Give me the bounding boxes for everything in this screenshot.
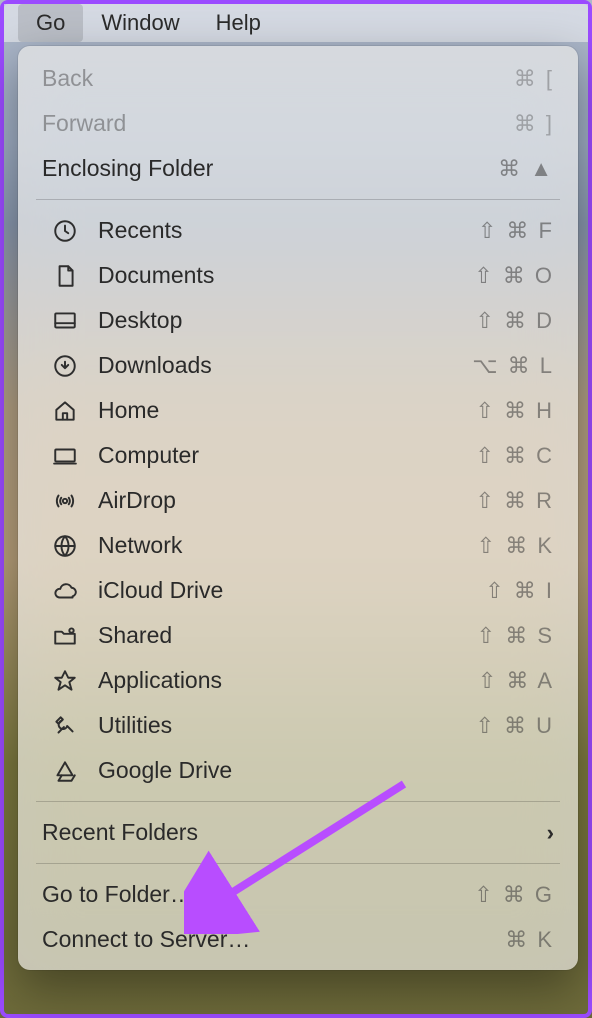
menu-label: Desktop [98,307,475,334]
menu-shortcut: ⇧ ⌘ R [475,488,554,514]
menu-item-home[interactable]: Home ⇧ ⌘ H [18,388,578,433]
menubar-label: Help [216,10,261,35]
menu-shortcut: ⇧ ⌘ U [475,713,554,739]
menu-label: Utilities [98,712,475,739]
menu-label: Enclosing Folder [42,155,498,182]
menu-shortcut: ⌘ [ [514,66,554,92]
menu-divider [36,863,560,864]
utilities-icon [48,711,82,741]
desktop-icon [48,306,82,336]
menubar-item-window[interactable]: Window [83,4,197,42]
menubar-item-help[interactable]: Help [198,4,279,42]
menu-item-google-drive[interactable]: Google Drive [18,748,578,793]
menu-shortcut: ⇧ ⌘ O [474,263,554,289]
menu-item-utilities[interactable]: Utilities ⇧ ⌘ U [18,703,578,748]
menu-item-go-to-folder[interactable]: Go to Folder… ⇧ ⌘ G [18,872,578,917]
menu-shortcut: ⇧ ⌘ F [478,218,554,244]
menu-label: Back [42,65,514,92]
menu-label: Recent Folders [42,819,547,846]
chevron-right-icon: › [547,820,554,846]
airdrop-icon [48,486,82,516]
menu-shortcut: ⇧ ⌘ S [477,623,554,649]
menu-item-desktop[interactable]: Desktop ⇧ ⌘ D [18,298,578,343]
menu-shortcut: ⇧ ⌘ I [485,578,554,604]
computer-icon [48,441,82,471]
clock-icon [48,216,82,246]
go-menu-dropdown: Back ⌘ [ Forward ⌘ ] Enclosing Folder ⌘ … [18,46,578,970]
menu-shortcut: ⇧ ⌘ D [475,308,554,334]
menu-label: Home [98,397,475,424]
menu-label: Go to Folder… [42,881,474,908]
menu-divider [36,801,560,802]
network-icon [48,531,82,561]
menu-shortcut: ⇧ ⌘ K [477,533,554,559]
menu-shortcut: ⇧ ⌘ A [478,668,554,694]
menu-label: Connect to Server… [42,926,505,953]
home-icon [48,396,82,426]
menu-item-recents[interactable]: Recents ⇧ ⌘ F [18,208,578,253]
menu-shortcut: ⌘ K [505,927,554,953]
menubar-item-go[interactable]: Go [18,4,83,42]
menu-item-documents[interactable]: Documents ⇧ ⌘ O [18,253,578,298]
shared-folder-icon [48,621,82,651]
download-icon [48,351,82,381]
cloud-icon [48,576,82,606]
menu-label: Google Drive [98,757,554,784]
menu-item-airdrop[interactable]: AirDrop ⇧ ⌘ R [18,478,578,523]
menu-divider [36,199,560,200]
menu-shortcut: ⇧ ⌘ H [475,398,554,424]
menu-label: Downloads [98,352,472,379]
menu-item-network[interactable]: Network ⇧ ⌘ K [18,523,578,568]
menu-item-applications[interactable]: Applications ⇧ ⌘ A [18,658,578,703]
menubar-label: Window [101,10,179,35]
menu-label: Recents [98,217,478,244]
menu-shortcut: ⌥ ⌘ L [472,353,554,379]
menu-item-forward: Forward ⌘ ] [18,101,578,146]
menu-item-connect-to-server[interactable]: Connect to Server… ⌘ K [18,917,578,962]
menu-shortcut: ⇧ ⌘ G [474,882,554,908]
menu-shortcut: ⌘ ] [514,111,554,137]
menu-item-computer[interactable]: Computer ⇧ ⌘ C [18,433,578,478]
menubar-label: Go [36,10,65,35]
menu-label: AirDrop [98,487,475,514]
menu-item-recent-folders[interactable]: Recent Folders › [18,810,578,855]
menu-label: Shared [98,622,477,649]
menu-item-downloads[interactable]: Downloads ⌥ ⌘ L [18,343,578,388]
menubar: Go Window Help [4,4,588,42]
menu-label: iCloud Drive [98,577,485,604]
google-drive-icon [48,756,82,786]
menu-label: Network [98,532,477,559]
menu-item-shared[interactable]: Shared ⇧ ⌘ S [18,613,578,658]
menu-label: Applications [98,667,478,694]
document-icon [48,261,82,291]
menu-shortcut: ⇧ ⌘ C [475,443,554,469]
menu-item-icloud-drive[interactable]: iCloud Drive ⇧ ⌘ I [18,568,578,613]
menu-item-back: Back ⌘ [ [18,56,578,101]
menu-shortcut: ⌘ ▲ [498,156,554,182]
applications-icon [48,666,82,696]
menu-label: Forward [42,110,514,137]
menu-label: Computer [98,442,475,469]
menu-label: Documents [98,262,474,289]
menu-item-enclosing-folder[interactable]: Enclosing Folder ⌘ ▲ [18,146,578,191]
